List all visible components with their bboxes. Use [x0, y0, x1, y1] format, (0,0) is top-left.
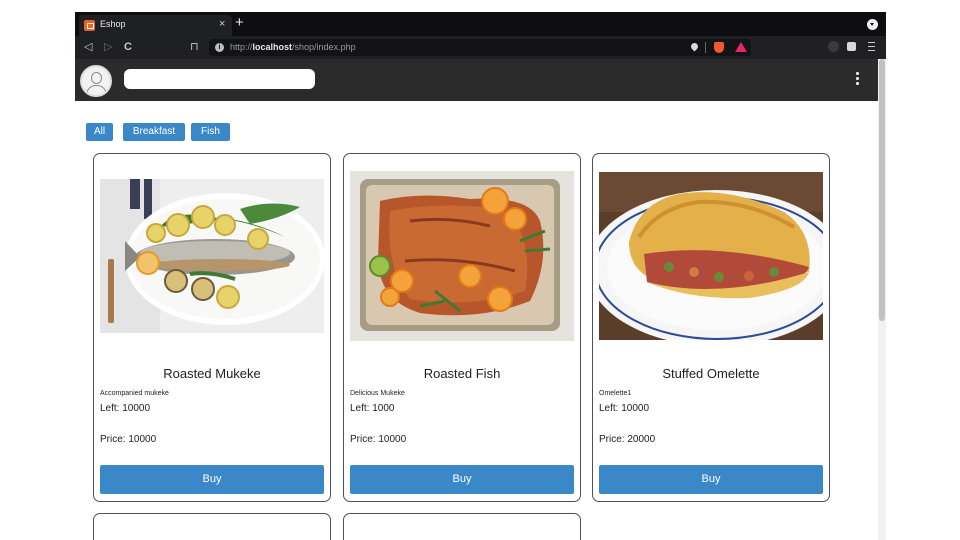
forward-button[interactable]: ▷	[104, 40, 112, 54]
page-viewport: All Breakfast Fish Roasted Mukeke Accomp…	[75, 59, 886, 540]
vpn-icon[interactable]	[828, 41, 839, 52]
user-body-icon	[86, 85, 107, 95]
product-description: Delicious Mukeke	[350, 390, 405, 397]
product-price: Price: 20000	[599, 434, 656, 445]
url-text[interactable]: http://localhost/shop/index.php	[230, 42, 356, 52]
bookmark-button[interactable]: ⊓	[190, 40, 199, 54]
url-host: localhost	[252, 42, 293, 52]
product-stock: Left: 1000	[350, 403, 395, 414]
product-image	[350, 171, 574, 341]
filter-fish-button[interactable]: Fish	[191, 123, 230, 141]
brave-rewards-icon[interactable]	[735, 42, 747, 52]
product-stock: Left: 10000	[100, 403, 151, 414]
user-head-icon	[91, 72, 102, 84]
product-card: Roasted Fish Delicious Mukeke Left: 1000…	[343, 153, 581, 502]
location-icon[interactable]	[689, 41, 700, 52]
tab-eshop[interactable]: Eshop ×	[79, 15, 232, 36]
tab-search-icon[interactable]	[867, 19, 878, 30]
product-name: Roasted Fish	[423, 366, 501, 381]
new-tab-button[interactable]: +	[235, 15, 244, 31]
product-name: Stuffed Omelette	[662, 366, 760, 381]
product-description: Omelette1	[599, 390, 632, 397]
tab-bar: Eshop × +	[75, 12, 886, 36]
product-price: Price: 10000	[100, 434, 157, 445]
search-input[interactable]	[124, 69, 315, 89]
product-stock: Left: 10000	[599, 403, 650, 414]
filter-all-button[interactable]: All	[86, 123, 113, 141]
url-divider	[705, 42, 706, 53]
buy-button[interactable]: Buy	[100, 465, 324, 494]
eshop-favicon-icon	[84, 20, 95, 31]
product-card: Stuffed Omelette Omelette1 Left: 10000 P…	[592, 153, 830, 502]
product-description: Accompanied mukeke	[100, 390, 169, 397]
avatar[interactable]	[80, 65, 112, 97]
url-path: /shop/index.php	[292, 42, 356, 52]
address-toolbar: ◁ ▷ C ⊓ i http://localhost/shop/index.ph…	[75, 36, 886, 59]
page-scrollbar[interactable]	[878, 59, 886, 540]
app-header	[75, 59, 878, 101]
product-card: Roasted Mukeke Accompanied mukeke Left: …	[93, 153, 331, 502]
product-price: Price: 10000	[350, 434, 407, 445]
extensions-icon[interactable]	[847, 42, 856, 51]
buy-button[interactable]: Buy	[599, 465, 823, 494]
product-name: Roasted Mukeke	[163, 366, 261, 381]
product-card	[93, 513, 331, 540]
reload-button[interactable]: C	[124, 40, 132, 54]
url-prefix: http://	[230, 42, 253, 52]
back-button[interactable]: ◁	[84, 40, 92, 54]
url-bar[interactable]: i http://localhost/shop/index.php	[209, 39, 751, 56]
close-tab-icon[interactable]: ×	[219, 18, 225, 31]
product-card	[343, 513, 581, 540]
browser-window: Eshop × + ◁ ▷ C ⊓ i http://localhost/sho…	[75, 12, 886, 540]
brave-shield-icon[interactable]	[714, 42, 724, 53]
buy-button[interactable]: Buy	[350, 465, 574, 494]
filter-breakfast-button[interactable]: Breakfast	[123, 123, 185, 141]
product-image	[100, 179, 324, 333]
more-menu-icon[interactable]	[853, 71, 863, 87]
browser-menu-icon[interactable]	[868, 42, 875, 51]
site-info-icon[interactable]: i	[215, 43, 224, 52]
product-image	[599, 172, 823, 340]
scrollbar-thumb[interactable]	[879, 59, 885, 321]
tab-title: Eshop	[100, 19, 126, 29]
